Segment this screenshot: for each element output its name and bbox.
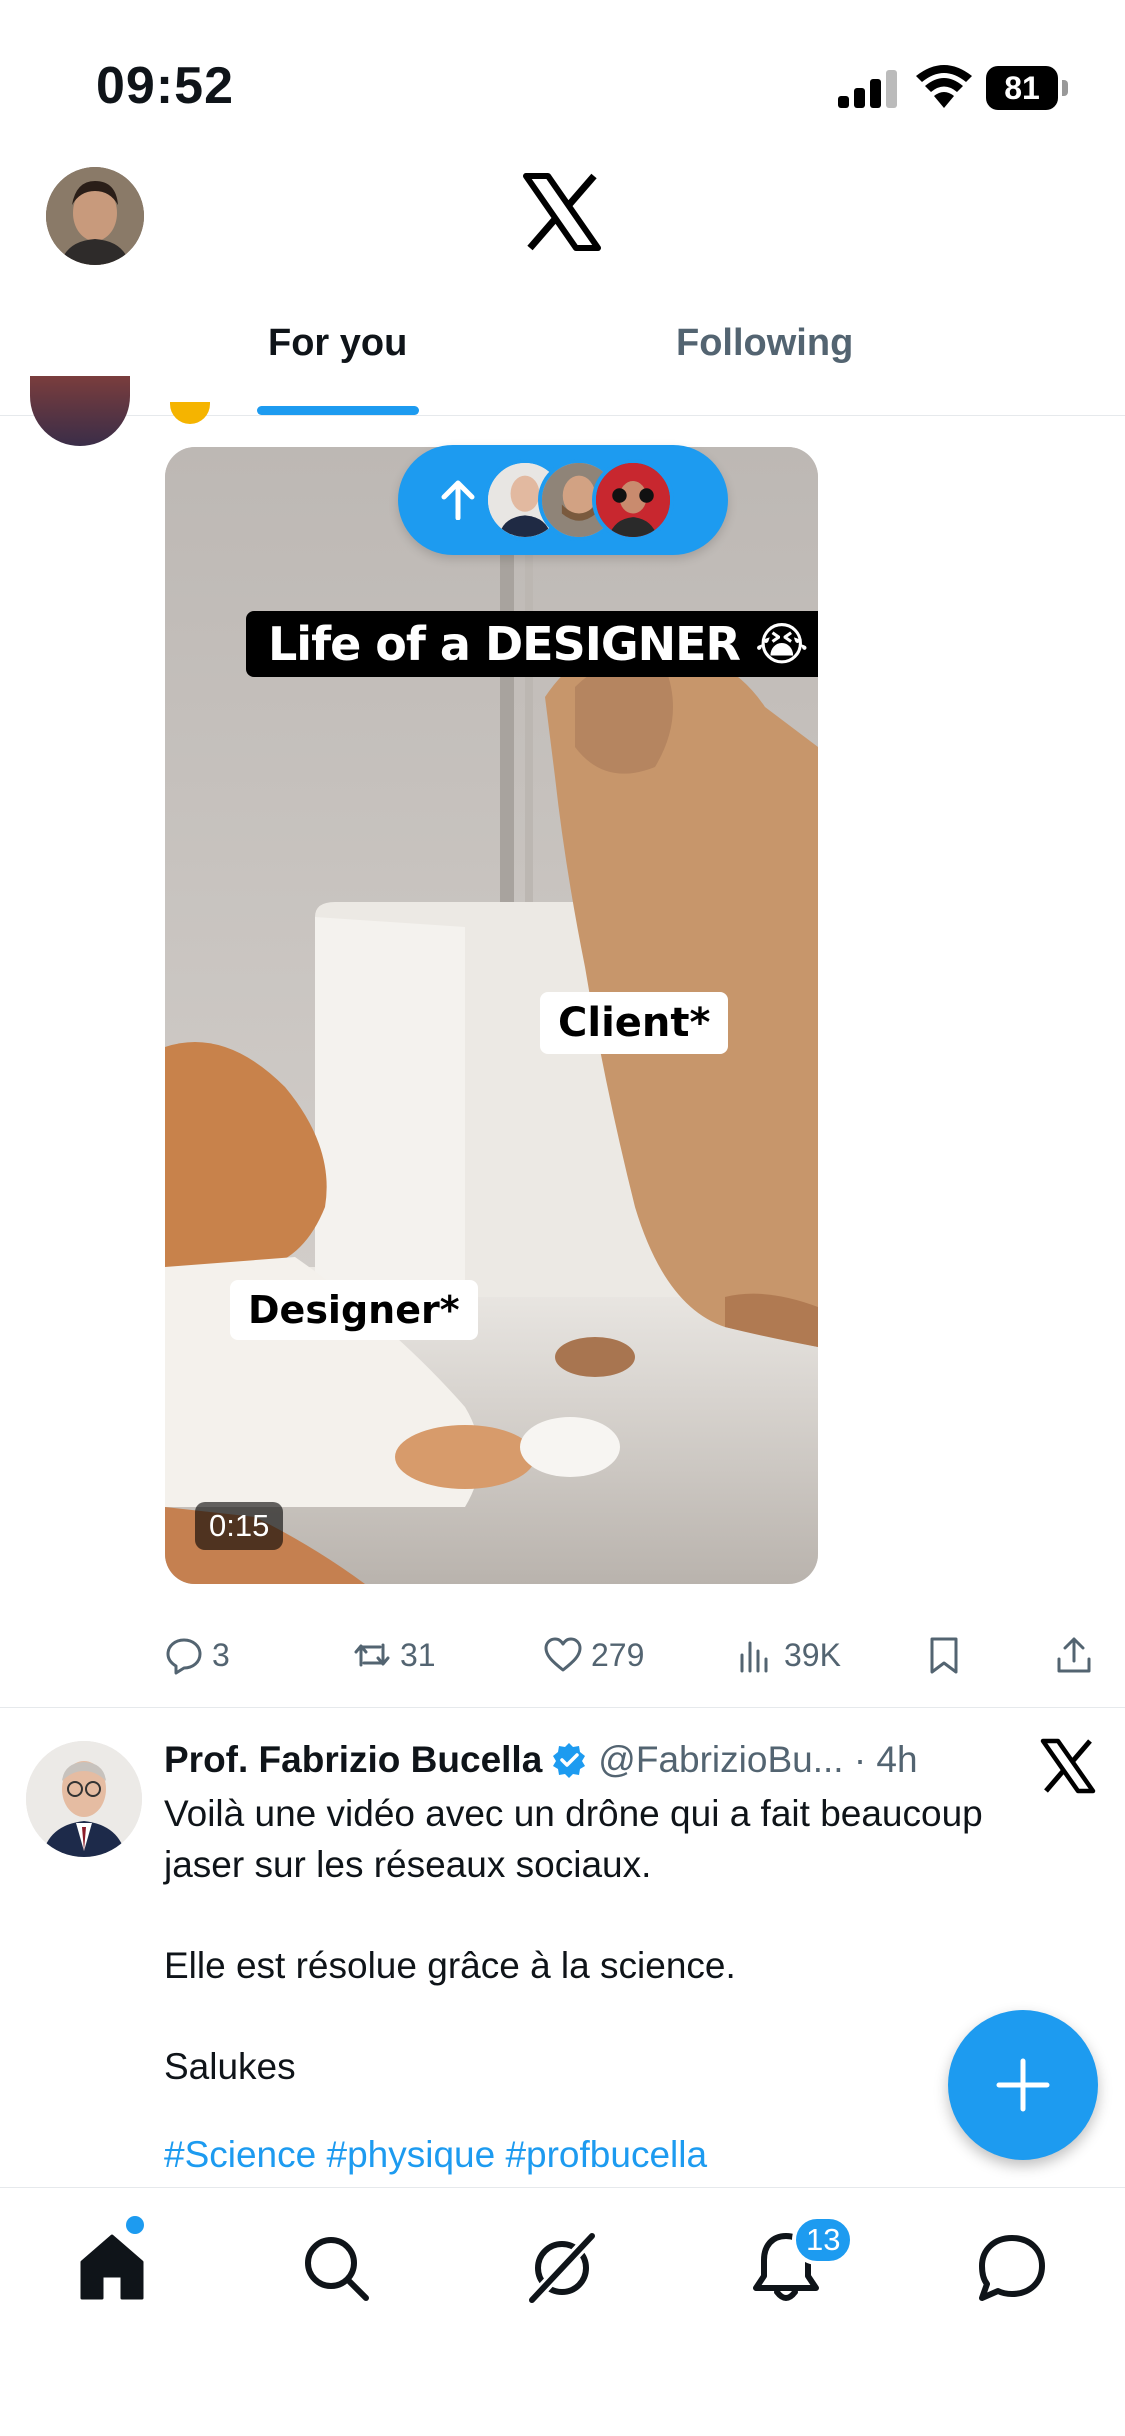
active-tab-indicator <box>257 406 419 415</box>
battery-icon: 81 <box>986 66 1068 110</box>
tab-following[interactable]: Following <box>676 322 853 365</box>
author-avatar[interactable] <box>26 1741 142 1857</box>
battery-level: 81 <box>986 66 1058 110</box>
like-count: 279 <box>591 1636 645 1673</box>
nav-home[interactable] <box>72 2228 152 2308</box>
reply-button[interactable]: 3 <box>164 1625 230 1685</box>
video-player[interactable]: Life of a DESIGNER 😭 Client* Designer* 0… <box>165 447 818 1584</box>
repost-icon <box>354 1643 390 1667</box>
home-icon <box>80 2234 144 2300</box>
search-icon <box>305 2237 369 2301</box>
views-button[interactable]: 39K <box>736 1625 841 1685</box>
video-duration: 0:15 <box>195 1502 284 1550</box>
reply-count: 3 <box>212 1636 230 1673</box>
status-bar: 09:52 81 <box>0 0 1125 170</box>
profile-avatar[interactable] <box>46 167 144 265</box>
views-chart-icon <box>740 1641 768 1673</box>
verified-badge-icon <box>553 1743 586 1778</box>
compose-post-button[interactable] <box>948 2010 1098 2160</box>
nav-messages[interactable] <box>972 2228 1052 2308</box>
post-paragraph: Salukes <box>164 2046 296 2087</box>
bookmark-button[interactable] <box>924 1625 964 1685</box>
bookmark-icon <box>930 1637 958 1674</box>
chat-bubble-icon <box>979 2235 1045 2301</box>
x-logo-icon[interactable] <box>522 172 602 252</box>
post-paragraph: Elle est résolue grâce à la science. <box>164 1945 736 1986</box>
repost-count: 31 <box>400 1636 436 1673</box>
views-count: 39K <box>784 1636 841 1673</box>
like-button[interactable]: 279 <box>543 1625 644 1685</box>
nav-search[interactable] <box>296 2228 376 2308</box>
tab-for-you[interactable]: For you <box>268 322 407 365</box>
previous-post-avatar[interactable] <box>30 376 130 446</box>
video-label-designer: Designer* <box>230 1280 478 1340</box>
video-label-client: Client* <box>540 992 729 1054</box>
post-text: Voilà une vidéo avec un drône qui a fait… <box>164 1788 1064 2142</box>
status-time: 09:52 <box>96 57 234 115</box>
cellular-signal-icon <box>838 70 897 108</box>
reply-icon <box>166 1638 202 1675</box>
repost-button[interactable]: 31 <box>352 1625 436 1685</box>
author-name[interactable]: Prof. Fabrizio Bucella <box>164 1739 542 1781</box>
post-header: Prof. Fabrizio Bucella @FabrizioBu... · … <box>164 1735 918 1785</box>
grok-icon <box>529 2233 595 2303</box>
x-logo-icon[interactable] <box>1040 1738 1096 1794</box>
timeline-tabs: For you Following <box>0 300 1125 416</box>
heart-icon <box>544 1637 582 1672</box>
post-divider <box>0 1707 1125 1708</box>
plus-icon <box>996 2058 1050 2112</box>
share-icon <box>1057 1637 1091 1673</box>
author-handle-time: @FabrizioBu... · 4h <box>598 1739 918 1780</box>
home-new-indicator <box>126 2216 144 2234</box>
wifi-icon <box>916 65 972 108</box>
new-post-avatar <box>592 459 674 541</box>
share-button[interactable] <box>1054 1625 1094 1685</box>
arrow-up-icon <box>441 480 475 520</box>
post-action-bar: 3 31 279 39K <box>0 1625 1125 1685</box>
post-hashtags[interactable]: #Science #physique #profbucella <box>164 2134 707 2176</box>
bottom-navigation: 13 <box>0 2187 1125 2436</box>
post-paragraph: Voilà une vidéo avec un drône qui a fait… <box>164 1793 983 1885</box>
new-posts-pill[interactable] <box>398 445 728 555</box>
nav-grok[interactable] <box>522 2228 602 2308</box>
previous-post-emoji <box>170 402 210 424</box>
video-caption-title: Life of a DESIGNER 😭 <box>246 611 818 677</box>
notifications-badge: 13 <box>792 2215 855 2265</box>
